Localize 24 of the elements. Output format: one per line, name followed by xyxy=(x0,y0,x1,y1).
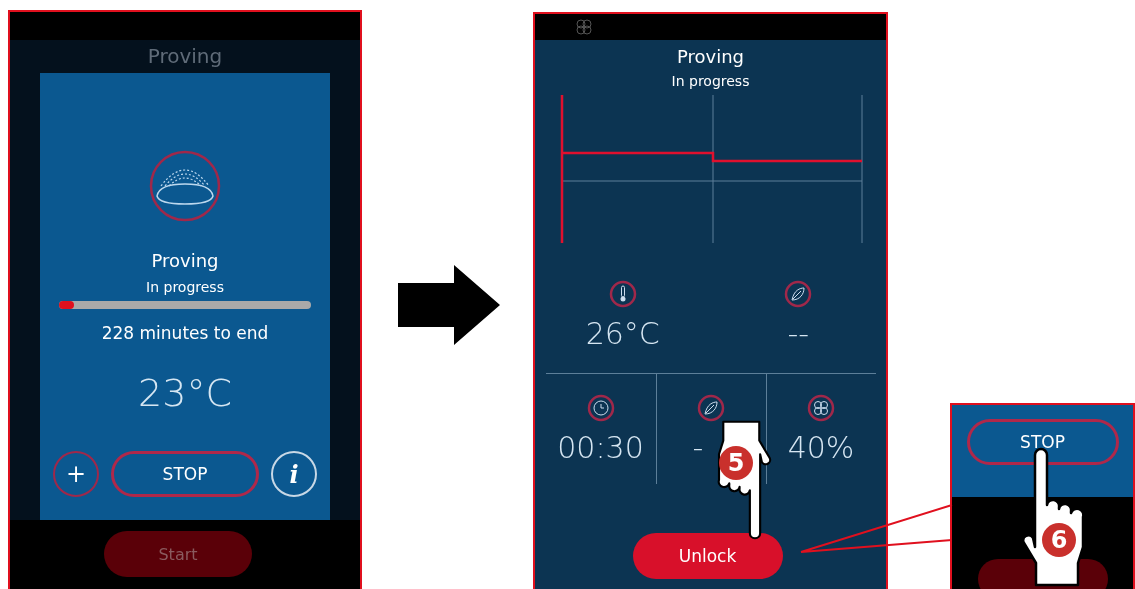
stop-button[interactable]: STOP xyxy=(111,451,259,497)
clock-icon xyxy=(586,393,615,422)
dialog-title: Proving xyxy=(151,250,219,271)
right-arrow-icon xyxy=(398,265,500,345)
leaf-icon xyxy=(697,393,725,422)
info-button[interactable]: i xyxy=(271,451,317,497)
setting-value: 00:30 xyxy=(557,429,644,465)
add-button[interactable]: + xyxy=(53,451,99,497)
setting-value: - xyxy=(692,429,704,465)
status-text: In progress xyxy=(146,279,224,295)
fan-icon xyxy=(575,18,593,36)
leaf-icon xyxy=(784,279,813,308)
unlock-button[interactable]: Unlock xyxy=(632,533,783,579)
bread-icon xyxy=(149,150,221,222)
setting-value: 40% xyxy=(787,429,855,465)
temperature-value: 23°C xyxy=(138,371,232,415)
fan-icon xyxy=(807,393,835,422)
thermometer-icon xyxy=(608,279,637,308)
screen-title: Proving xyxy=(147,44,223,68)
remaining-time: 228 minutes to end xyxy=(101,323,269,343)
screen-title: Proving xyxy=(676,46,744,67)
status-text: In progress xyxy=(671,73,750,89)
reading-value: 26°C xyxy=(585,315,660,351)
reading-value: -- xyxy=(787,315,810,351)
